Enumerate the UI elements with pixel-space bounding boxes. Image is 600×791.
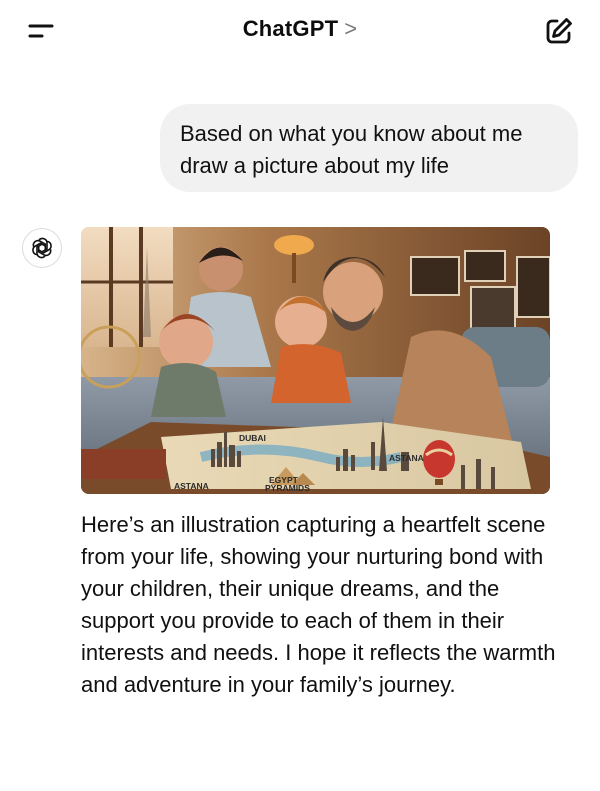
assistant-avatar — [22, 228, 62, 268]
user-message-bubble: Based on what you know about me draw a p… — [160, 104, 578, 192]
user-message-text: Based on what you know about me draw a p… — [180, 121, 523, 178]
top-bar: ChatGPT > — [0, 0, 600, 62]
openai-logo-icon — [32, 237, 52, 259]
family-illustration: DUBAI ASTANA ASTANA EGYPT PYRAMIDS — [81, 227, 550, 494]
chat-app: ChatGPT > Based on what you know about me… — [0, 0, 600, 791]
generated-image[interactable]: DUBAI ASTANA ASTANA EGYPT PYRAMIDS — [81, 227, 550, 494]
label-astana-right: ASTANA — [389, 453, 424, 463]
app-title: ChatGPT — [242, 16, 339, 41]
model-selector[interactable]: ChatGPT > — [0, 16, 600, 42]
label-astana-left: ASTANA — [174, 481, 209, 491]
label-dubai: DUBAI — [239, 433, 266, 443]
compose-icon — [546, 18, 572, 44]
chevron-right-icon: > — [344, 16, 358, 41]
assistant-message-text: Here’s an illustration capturing a heart… — [81, 512, 556, 697]
label-pyramids: PYRAMIDS — [265, 483, 310, 493]
new-chat-button[interactable] — [542, 14, 576, 48]
